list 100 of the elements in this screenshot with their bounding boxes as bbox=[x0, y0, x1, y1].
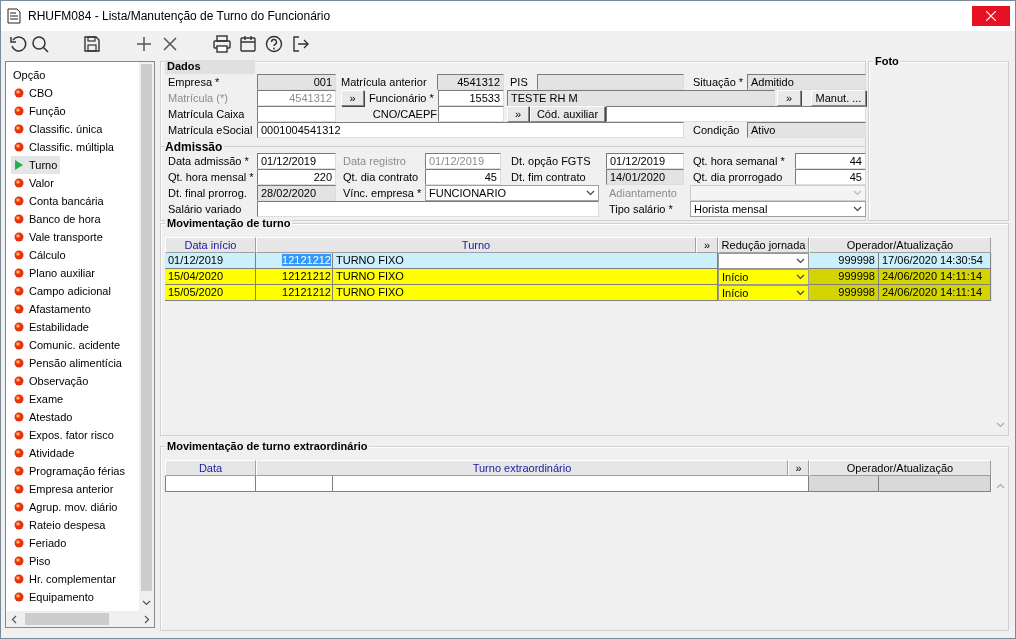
input-field[interactable]: 001 bbox=[257, 74, 336, 90]
input-field[interactable]: 4541312 bbox=[437, 74, 504, 90]
dropdown[interactable]: Início bbox=[718, 285, 809, 301]
sidebar-item[interactable]: Agrup. mov. diário bbox=[11, 498, 121, 516]
sidebar-item[interactable]: Classific. única bbox=[11, 120, 106, 138]
button[interactable]: Manut. ... bbox=[811, 90, 866, 106]
scrollbar[interactable] bbox=[139, 62, 154, 611]
sidebar-item[interactable]: Conta bancária bbox=[11, 192, 107, 210]
sidebar-item[interactable]: Equipamento bbox=[11, 588, 97, 606]
sidebar-item[interactable]: Observação bbox=[11, 372, 92, 390]
scrollbar[interactable] bbox=[6, 611, 154, 627]
input-field[interactable]: 220 bbox=[257, 169, 336, 185]
save-icon[interactable] bbox=[81, 34, 103, 54]
sidebar-item[interactable]: Pensão alimentícia bbox=[11, 354, 125, 372]
sidebar-item[interactable]: Turno bbox=[11, 156, 61, 174]
print-icon[interactable] bbox=[211, 34, 233, 54]
section-title: Foto bbox=[873, 55, 901, 67]
sidebar-item[interactable]: Banco de hora bbox=[11, 210, 104, 228]
ball-icon bbox=[14, 250, 24, 260]
button[interactable]: Cód. auxiliar bbox=[530, 106, 605, 122]
dropdown[interactable] bbox=[718, 253, 809, 269]
table-row[interactable]: 15/05/2020 12121212 TURNO FIXO Início 999998 24/06/2020 14:11:14 bbox=[165, 285, 992, 301]
chevron-up-icon bbox=[995, 483, 1005, 489]
sidebar-item[interactable]: Valor bbox=[11, 174, 57, 192]
ball-icon bbox=[14, 196, 24, 206]
chevron-down-icon bbox=[853, 190, 862, 196]
input-field[interactable] bbox=[257, 201, 599, 217]
sidebar-item[interactable]: Cálculo bbox=[11, 246, 69, 264]
sidebar-item[interactable]: Atividade bbox=[11, 444, 78, 462]
column-header[interactable]: Redução jornada bbox=[718, 237, 809, 253]
search-icon[interactable] bbox=[29, 34, 51, 54]
sidebar-item[interactable]: Empresa anterior bbox=[11, 480, 117, 498]
ball-icon bbox=[14, 340, 24, 350]
dropdown[interactable]: FUNCIONARIO bbox=[425, 185, 599, 201]
sidebar-item[interactable]: Estabilidade bbox=[11, 318, 92, 336]
button[interactable]: » bbox=[507, 106, 529, 122]
table-row[interactable]: 01/12/2019 12121212 TURNO FIXO 999998 17/06/2020 14:30:54 bbox=[165, 253, 992, 269]
ball-icon bbox=[14, 178, 24, 188]
sidebar-item[interactable]: CBO bbox=[11, 84, 56, 102]
ball-icon bbox=[14, 412, 24, 422]
field-label: Data registro bbox=[343, 155, 407, 167]
sidebar-item[interactable]: Plano auxiliar bbox=[11, 264, 99, 282]
sidebar-item[interactable]: Feriado bbox=[11, 534, 70, 552]
input-field[interactable]: 45 bbox=[795, 169, 866, 185]
column-header[interactable]: Turno extraordinário bbox=[256, 460, 788, 476]
field-label: Qt. dia prorrogado bbox=[693, 171, 784, 183]
column-header[interactable]: Data início bbox=[165, 237, 256, 253]
field-label: Adiantamento bbox=[609, 187, 678, 199]
sidebar-item[interactable]: Expos. fator risco bbox=[11, 426, 117, 444]
sidebar-item[interactable]: Classific. múltipla bbox=[11, 138, 117, 156]
table-row[interactable]: 15/04/2020 12121212 TURNO FIXO Início 999998 24/06/2020 14:11:14 bbox=[165, 269, 992, 285]
close-button[interactable] bbox=[972, 6, 1010, 26]
sidebar-item[interactable]: Comunic. acidente bbox=[11, 336, 124, 354]
column-header[interactable]: Operador/Atualização bbox=[809, 237, 991, 253]
column-header[interactable]: Operador/Atualização bbox=[809, 460, 991, 476]
refresh-icon[interactable] bbox=[7, 34, 29, 54]
ball-icon bbox=[14, 520, 24, 530]
sidebar-item[interactable]: Campo adicional bbox=[11, 282, 114, 300]
input-field[interactable]: Admitido bbox=[747, 74, 866, 90]
input-field[interactable]: 01/12/2019 bbox=[257, 153, 336, 169]
sidebar-item[interactable]: Rateio despesa bbox=[11, 516, 109, 534]
field-label: PIS bbox=[510, 76, 529, 88]
column-header[interactable]: » bbox=[696, 237, 718, 253]
input-field[interactable]: 28/02/2020 bbox=[257, 185, 336, 201]
dropdown[interactable]: Horista mensal bbox=[690, 201, 866, 217]
button[interactable]: » bbox=[341, 90, 364, 106]
sidebar-item[interactable]: Piso bbox=[11, 552, 54, 570]
input-field[interactable]: 44 bbox=[795, 153, 866, 169]
scroll-thumb[interactable] bbox=[25, 613, 109, 625]
chevron-right-icon bbox=[143, 614, 150, 624]
input-field[interactable]: 01/12/2019 bbox=[606, 153, 684, 169]
sidebar-item[interactable]: Hr. complementar bbox=[11, 570, 119, 588]
sidebar-item[interactable]: Função bbox=[11, 102, 69, 120]
input-field[interactable]: 45 bbox=[425, 169, 501, 185]
column-header[interactable]: » bbox=[788, 460, 809, 476]
input-field[interactable]: Ativo bbox=[747, 122, 866, 138]
sidebar-item[interactable]: Atestado bbox=[11, 408, 76, 426]
sidebar-item[interactable]: Vale transporte bbox=[11, 228, 106, 246]
input-field[interactable] bbox=[606, 106, 866, 122]
sidebar-item[interactable]: Programação férias bbox=[11, 462, 128, 480]
input-field[interactable]: 0001004541312 bbox=[257, 122, 684, 138]
sidebar-item[interactable]: Exame bbox=[11, 390, 67, 408]
ball-icon bbox=[14, 394, 24, 404]
input-field[interactable]: TESTE RH M bbox=[507, 90, 775, 106]
calendar-icon[interactable] bbox=[237, 34, 259, 54]
input-field[interactable]: 15533 bbox=[438, 90, 504, 106]
window-title: RHUFM084 - Lista/Manutenção de Turno do Funcionário bbox=[28, 9, 331, 23]
help-icon[interactable] bbox=[263, 34, 285, 54]
button[interactable]: » bbox=[777, 90, 801, 106]
column-header[interactable]: Turno bbox=[256, 237, 696, 253]
sidebar-item[interactable]: Afastamento bbox=[11, 300, 94, 318]
section-title: Dados bbox=[165, 60, 255, 74]
ball-icon bbox=[14, 304, 24, 314]
input-field[interactable] bbox=[438, 106, 504, 122]
field-label: Situação * bbox=[693, 76, 745, 88]
input-field[interactable] bbox=[257, 106, 336, 122]
input-field[interactable] bbox=[537, 74, 684, 90]
column-header[interactable]: Data bbox=[165, 460, 256, 476]
dropdown[interactable]: Início bbox=[718, 269, 809, 285]
input-field[interactable]: 14/01/2020 bbox=[606, 169, 684, 185]
